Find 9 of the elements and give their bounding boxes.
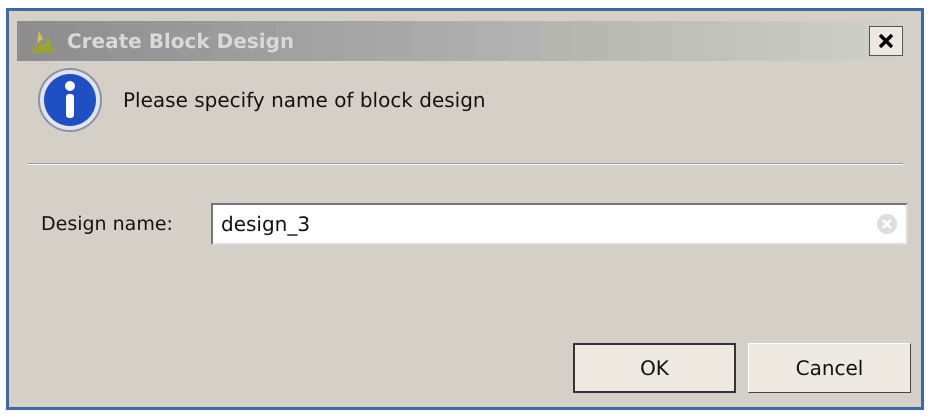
field-label: Design name: bbox=[41, 212, 174, 237]
name-field[interactable]: design_3 bbox=[211, 203, 908, 245]
close-icon bbox=[878, 33, 894, 49]
close-button[interactable] bbox=[869, 26, 903, 56]
info-icon bbox=[37, 67, 103, 133]
dialog-button[interactable]: OK bbox=[573, 343, 736, 393]
dialog-button[interactable]: Cancel bbox=[748, 343, 911, 393]
window-title: Create Block Design bbox=[67, 28, 294, 55]
message-text: Please specify name of block design bbox=[123, 87, 486, 114]
